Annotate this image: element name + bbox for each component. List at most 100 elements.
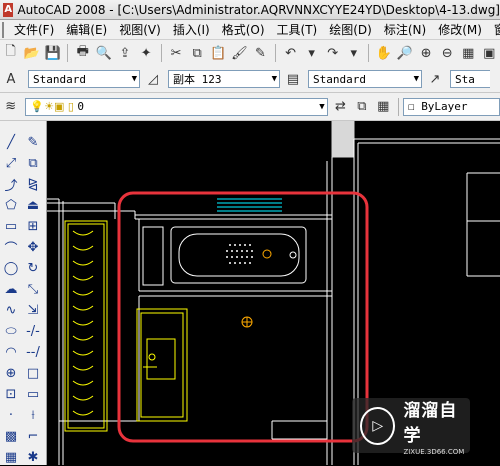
- color-value: ☐ ByLayer: [407, 100, 468, 113]
- separator: [67, 44, 69, 62]
- menu-file[interactable]: 文件(F): [8, 21, 60, 38]
- rotate-icon[interactable]: ↻: [24, 259, 42, 277]
- hatch-icon[interactable]: ▩: [2, 427, 20, 445]
- 3d-dwf-icon[interactable]: ✦: [138, 44, 155, 62]
- chamfer-icon[interactable]: ⟊: [24, 406, 42, 424]
- array-icon[interactable]: ⊞: [24, 217, 42, 235]
- arc-icon[interactable]: ⌒: [2, 238, 20, 257]
- revision-cloud-icon[interactable]: ☁: [2, 280, 20, 298]
- trim-icon[interactable]: -/-: [24, 322, 42, 340]
- menu-dimension[interactable]: 标注(N): [378, 21, 432, 38]
- layer-dropdown[interactable]: 💡☀▣ ▯ 0 ▼: [25, 97, 328, 116]
- styles-toolbar: A Standard ▼ ◿ 副本 123 ▼ ▤ Standard ▼ ↗ S…: [0, 66, 500, 93]
- menu-draw[interactable]: 绘图(D): [323, 21, 378, 38]
- gradient-icon[interactable]: ▦: [2, 448, 20, 466]
- make-current-layer-icon[interactable]: ⇄: [332, 98, 349, 116]
- separator: [160, 44, 162, 62]
- table-style-dropdown[interactable]: Standard ▼: [308, 70, 422, 88]
- separator: [397, 97, 399, 116]
- zoom-window-icon[interactable]: ⊕: [418, 44, 435, 62]
- offset-icon[interactable]: ⏏: [24, 196, 42, 214]
- join-icon[interactable]: ▭: [24, 385, 42, 403]
- sink-cabinet: [136, 308, 188, 422]
- menu-format[interactable]: 格式(O): [216, 21, 271, 38]
- properties-icon[interactable]: ▦: [460, 44, 477, 62]
- polygon-icon[interactable]: ⬠: [2, 196, 20, 214]
- multileader-style-value: Sta: [455, 72, 475, 86]
- move-icon[interactable]: ✥: [24, 238, 42, 256]
- paste-icon[interactable]: 📋: [210, 44, 227, 62]
- redo-dropdown-icon[interactable]: ▾: [345, 44, 362, 62]
- menu-view[interactable]: 视图(V): [113, 21, 167, 38]
- document-icon[interactable]: [2, 21, 4, 38]
- layer-manager-icon[interactable]: ≋: [2, 98, 19, 116]
- multileader-style-icon[interactable]: ↗: [426, 70, 444, 88]
- layer-states-icon[interactable]: ▦: [375, 98, 392, 116]
- match-properties-icon[interactable]: 🖌: [231, 44, 248, 62]
- dimension-style-value: 副本 123: [173, 73, 222, 86]
- circle-icon[interactable]: ◯: [2, 259, 20, 277]
- undo-dropdown-icon[interactable]: ▾: [303, 44, 320, 62]
- table-style-icon[interactable]: ▤: [284, 70, 302, 88]
- watermark: ▷ 溜溜自学 ZIXUE.3D66.COM: [352, 398, 470, 456]
- text-style-dropdown[interactable]: Standard ▼: [28, 70, 140, 88]
- layers-toolbar: ≋ 💡☀▣ ▯ 0 ▼ ⇄ ⧉ ▦ ☐ ByLayer: [0, 93, 500, 121]
- ellipse-arc-icon[interactable]: ◠: [2, 343, 20, 361]
- pan-icon[interactable]: ✋: [375, 44, 392, 62]
- color-dropdown[interactable]: ☐ ByLayer: [402, 97, 500, 116]
- open-file-icon[interactable]: 📂: [23, 44, 40, 62]
- menu-modify[interactable]: 修改(M): [432, 21, 488, 38]
- copy-icon[interactable]: ⧉: [189, 44, 206, 62]
- cut-icon[interactable]: ✂: [168, 44, 185, 62]
- layer-previous-icon[interactable]: ⧉: [353, 98, 370, 116]
- erase-icon[interactable]: ✎: [24, 133, 42, 151]
- dimension-style-icon[interactable]: ◿: [144, 70, 162, 88]
- extend-icon[interactable]: --/: [24, 343, 42, 361]
- menu-window[interactable]: 窗: [488, 21, 500, 38]
- dimension-style-dropdown[interactable]: 副本 123 ▼: [168, 70, 280, 88]
- ellipse-icon[interactable]: ⬭: [2, 322, 20, 340]
- scale-icon[interactable]: ⤡: [24, 280, 42, 298]
- design-center-icon[interactable]: ▣: [481, 44, 498, 62]
- zoom-previous-icon[interactable]: ⊖: [439, 44, 456, 62]
- chevron-down-icon: ▼: [319, 101, 325, 112]
- multileader-style-dropdown[interactable]: Sta: [450, 70, 490, 88]
- redo-icon[interactable]: ↷: [324, 44, 341, 62]
- rectangle-icon[interactable]: ▭: [2, 217, 20, 235]
- bathtub: [142, 226, 307, 286]
- explode-icon[interactable]: ✱: [24, 448, 42, 466]
- draw-modify-toolbar: ╱ ✎ ⤢ ⧉ ⤴ ⧎ ⬠ ⏏ ▭ ⊞ ⌒ ✥ ◯ ↻ ☁ ⤡ ∿ ⇲ ⬭ -/…: [0, 121, 47, 465]
- print-icon[interactable]: 🖶: [74, 44, 91, 62]
- polyline-icon[interactable]: ⤴: [2, 175, 20, 194]
- print-preview-icon[interactable]: 🔍: [95, 44, 112, 62]
- fillet-icon[interactable]: ⌐: [24, 427, 42, 445]
- chevron-down-icon: ▼: [271, 74, 277, 84]
- break-icon[interactable]: □: [24, 364, 42, 382]
- point-icon[interactable]: ·: [2, 406, 20, 424]
- chevron-down-icon: ▼: [413, 74, 419, 84]
- chevron-down-icon: ▼: [131, 74, 137, 84]
- highlight-box: [117, 191, 369, 443]
- window-lines: [217, 198, 282, 212]
- insert-block-icon[interactable]: ⊕: [2, 364, 20, 382]
- menu-tools[interactable]: 工具(T): [271, 21, 324, 38]
- copy-object-icon[interactable]: ⧉: [24, 154, 42, 172]
- save-icon[interactable]: 💾: [44, 44, 61, 62]
- undo-icon[interactable]: ↶: [282, 44, 299, 62]
- autocad-icon[interactable]: A: [3, 2, 14, 17]
- text-style-icon[interactable]: A: [2, 70, 20, 88]
- block-editor-icon[interactable]: ✎: [252, 44, 269, 62]
- menu-insert[interactable]: 插入(I): [167, 21, 216, 38]
- make-block-icon[interactable]: ⊡: [2, 385, 20, 403]
- zoom-realtime-icon[interactable]: 🔎: [396, 44, 413, 62]
- table-style-value: Standard: [313, 72, 366, 86]
- menu-edit[interactable]: 编辑(E): [60, 21, 113, 38]
- color-name: ByLayer: [421, 100, 468, 113]
- line-icon[interactable]: ╱: [2, 133, 20, 151]
- mirror-icon[interactable]: ⧎: [24, 175, 42, 193]
- spline-icon[interactable]: ∿: [2, 301, 20, 319]
- new-file-icon[interactable]: 🗋: [2, 44, 19, 62]
- publish-icon[interactable]: ⇪: [116, 44, 133, 62]
- stretch-icon[interactable]: ⇲: [24, 301, 42, 319]
- construction-line-icon[interactable]: ⤢: [2, 154, 20, 172]
